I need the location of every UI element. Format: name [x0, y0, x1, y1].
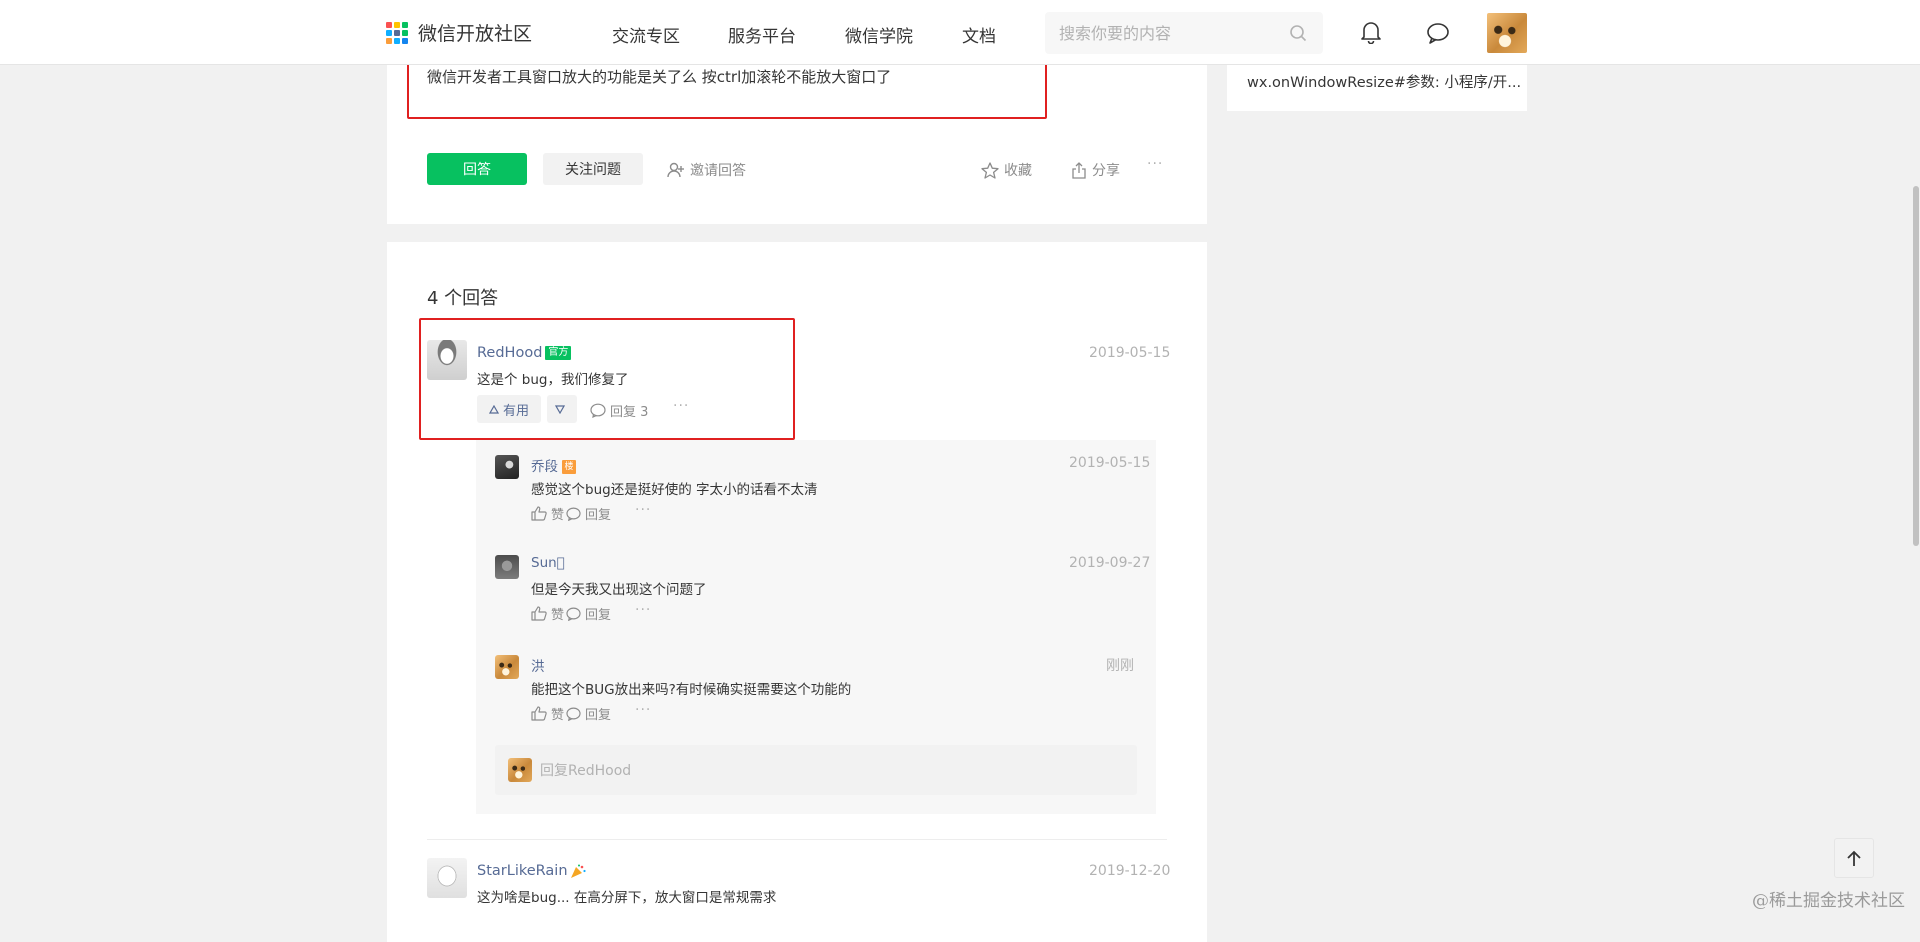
answer-button[interactable]: 回答 — [427, 153, 527, 185]
comment-reply-button[interactable]: 回复 — [566, 704, 611, 723]
answer-avatar[interactable] — [427, 340, 467, 380]
watermark-text: @稀土掘金技术社区 — [1752, 891, 1905, 911]
invite-answer-button[interactable]: 邀请回答 — [667, 160, 746, 180]
comment-like-button[interactable]: 赞 — [531, 704, 564, 723]
comment-text: 能把这个BUG放出来吗?有时候确实挺需要这个功能的 — [531, 682, 852, 698]
nav-item-exchange[interactable]: 交流专区 — [612, 22, 680, 47]
comment-like-button[interactable]: 赞 — [531, 604, 564, 623]
answers-count: 4 个回答 — [427, 288, 499, 309]
share-icon — [1072, 161, 1086, 179]
thumbs-up-icon — [531, 606, 547, 621]
level-badge: 楼 — [562, 460, 576, 474]
comments-block: 乔段楼 2019-05-15 感觉这个bug还是挺好使的 字太小的话看不太清 赞… — [476, 440, 1156, 814]
comment-date: 2019-05-15 — [1069, 455, 1151, 471]
related-link[interactable]: wx.onWindowResize#参数: 小程序/开... — [1247, 71, 1521, 92]
comment-text: 感觉这个bug还是挺好使的 字太小的话看不太清 — [531, 482, 818, 498]
useful-button[interactable]: 有用 — [477, 395, 541, 423]
site-name: 微信开放社区 — [418, 23, 533, 45]
search-input[interactable] — [1045, 12, 1265, 54]
comment-avatar[interactable] — [495, 555, 519, 579]
comment-avatar[interactable] — [495, 455, 519, 479]
question-card: 微信开发者工具窗口放大的功能是关了么 按ctrl加滚轮不能放大窗口了 回答 关注… — [387, 56, 1207, 224]
answer-date: 2019-12-20 — [1089, 863, 1171, 879]
comment-username[interactable]: Sun🏻 — [531, 555, 565, 571]
answer-more-button[interactable]: ··· — [673, 398, 689, 414]
search-icon[interactable] — [1289, 24, 1307, 46]
answer-date: 2019-05-15 — [1089, 345, 1171, 361]
scrollbar-thumb[interactable] — [1913, 186, 1919, 546]
party-popper-icon — [570, 864, 586, 878]
chat-bubble-icon[interactable] — [1426, 22, 1450, 48]
comment-icon — [590, 403, 606, 418]
answer-reply-button[interactable]: 回复 3 — [590, 401, 648, 420]
nav-item-academy[interactable]: 微信学院 — [845, 22, 913, 47]
answers-card: 4 个回答 RedHood 官方 2019-05-15 这是个 bug，我们修复了… — [387, 242, 1207, 942]
comment-date: 刚刚 — [1106, 658, 1134, 674]
comment-like-button[interactable]: 赞 — [531, 504, 564, 523]
follow-question-button[interactable]: 关注问题 — [543, 153, 643, 185]
answer-text: 这为啥是bug... 在高分屏下，放大窗口是常规需求 — [477, 890, 777, 906]
comment-icon — [566, 506, 581, 521]
comment-text: 但是今天我又出现这个问题了 — [531, 582, 707, 598]
search-box — [1045, 12, 1323, 54]
comment-icon — [566, 706, 581, 721]
official-badge: 官方 — [545, 346, 572, 360]
answer-divider — [427, 839, 1167, 840]
nav-item-service-platform[interactable]: 服务平台 — [728, 22, 796, 47]
collect-button[interactable]: 收藏 — [981, 160, 1032, 180]
back-to-top-button[interactable] — [1834, 838, 1874, 878]
triangle-down-icon — [555, 404, 565, 414]
not-useful-button[interactable] — [547, 395, 577, 423]
comment-username[interactable]: 乔段楼 — [531, 455, 576, 475]
comment-reply-button[interactable]: 回复 — [566, 504, 611, 523]
thumbs-up-icon — [531, 506, 547, 521]
bell-icon[interactable] — [1360, 20, 1382, 48]
nav-item-docs[interactable]: 文档 — [962, 22, 996, 47]
logo-icon — [386, 21, 408, 44]
comment-reply-button[interactable]: 回复 — [566, 604, 611, 623]
comment-date: 2019-09-27 — [1069, 555, 1151, 571]
answer-username[interactable]: StarLikeRain — [477, 863, 586, 879]
collect-label: 收藏 — [1004, 163, 1032, 179]
site-logo[interactable]: 微信开放社区 — [386, 19, 532, 46]
comment-icon — [566, 606, 581, 621]
add-person-icon — [667, 162, 684, 178]
answer-text: 这是个 bug，我们修复了 — [477, 372, 629, 388]
arrow-up-icon — [1847, 850, 1861, 866]
answer-avatar[interactable] — [427, 858, 467, 898]
reply-input-placeholder: 回复RedHood — [540, 763, 632, 779]
comment-more-button[interactable]: ··· — [635, 602, 651, 618]
comment-more-button[interactable]: ··· — [635, 702, 651, 718]
answer-username[interactable]: RedHood 官方 — [477, 345, 572, 361]
share-button[interactable]: 分享 — [1071, 160, 1120, 180]
user-avatar[interactable] — [1487, 13, 1527, 53]
top-header: 微信开放社区 交流专区 服务平台 微信学院 文档 — [0, 0, 1920, 65]
thumbs-up-icon — [531, 706, 547, 721]
triangle-up-icon — [488, 404, 499, 414]
question-more-button[interactable]: ··· — [1147, 156, 1163, 172]
star-icon — [981, 161, 999, 179]
reply-input-avatar — [508, 758, 532, 782]
reply-input[interactable]: 回复RedHood — [495, 745, 1137, 795]
comment-username[interactable]: 洪 — [531, 655, 545, 675]
comment-more-button[interactable]: ··· — [635, 502, 651, 518]
comment-avatar[interactable] — [495, 655, 519, 679]
question-text: 微信开发者工具窗口放大的功能是关了么 按ctrl加滚轮不能放大窗口了 — [427, 68, 892, 86]
share-label: 分享 — [1092, 163, 1120, 179]
invite-answer-label: 邀请回答 — [690, 163, 746, 179]
